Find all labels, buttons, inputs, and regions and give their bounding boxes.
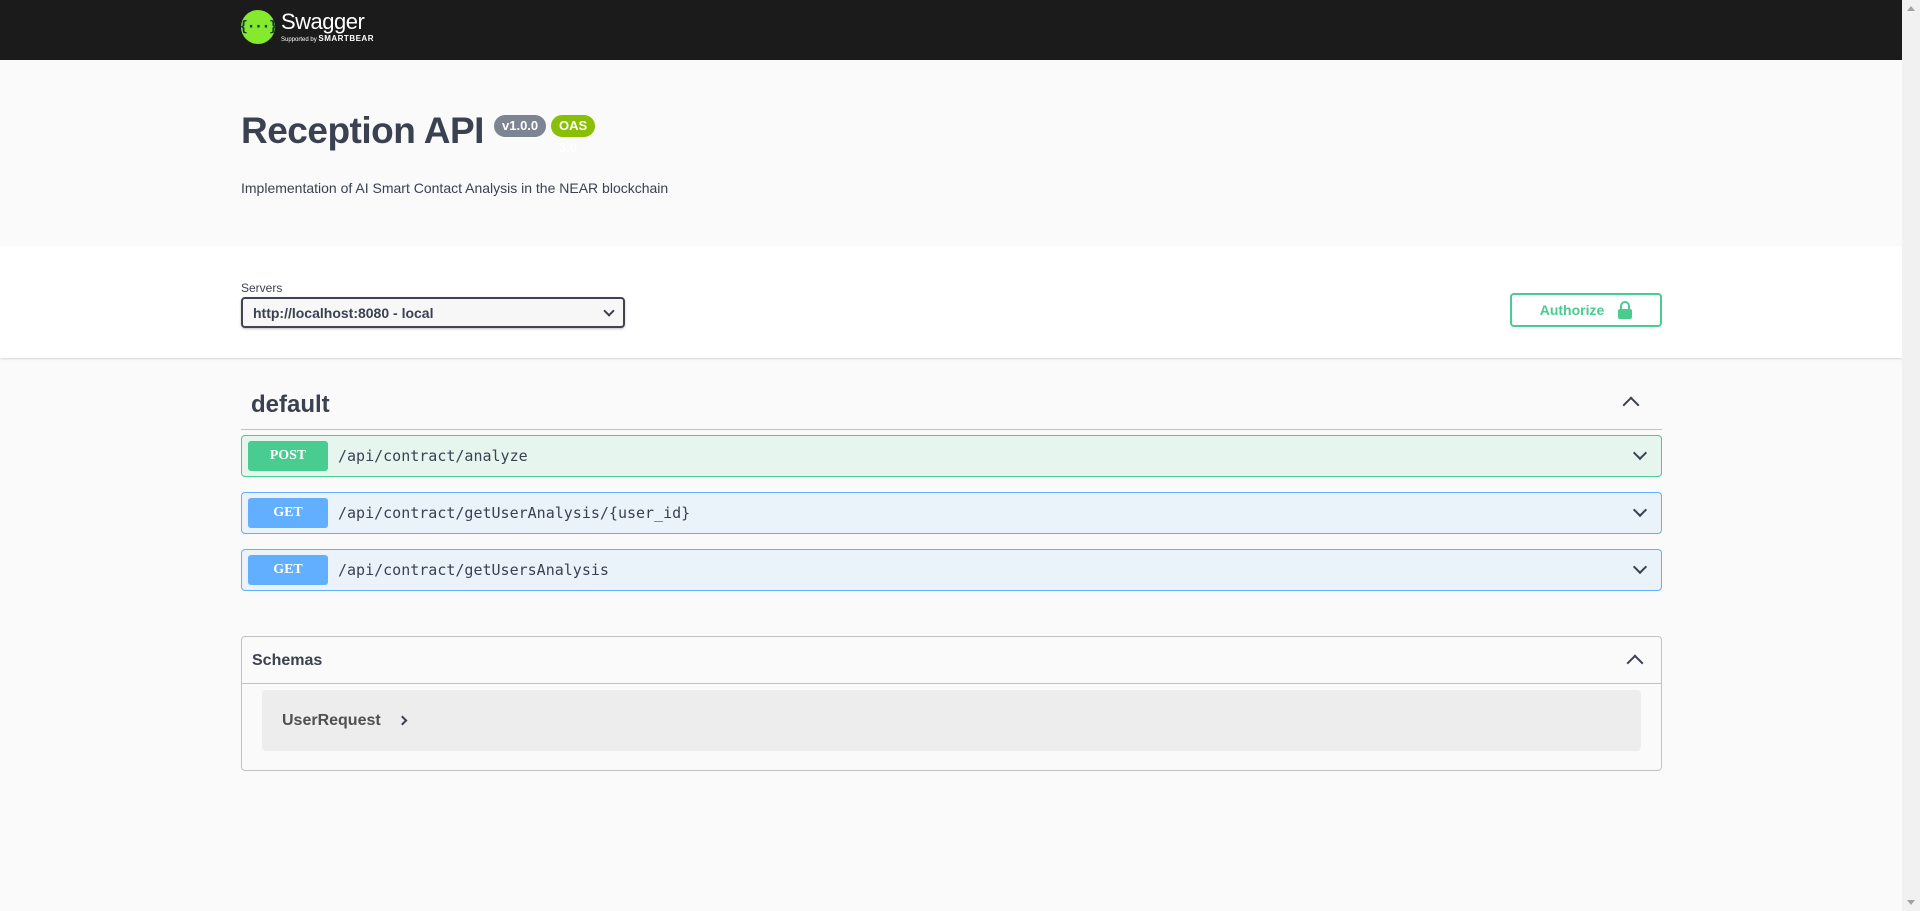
operation-path: /api/contract/getUserAnalysis/{user_id} <box>338 504 691 522</box>
logo-text: Swagger Supported by SMARTBEAR <box>281 9 374 44</box>
unlock-icon <box>1618 301 1633 319</box>
server-select-value: http://localhost:8080 - local <box>253 304 434 321</box>
version-badge: v1.0.0 <box>494 115 547 137</box>
chevron-down-icon[interactable] <box>1632 559 1648 575</box>
logo-subtitle: Supported by SMARTBEAR <box>281 34 374 44</box>
chevron-up-icon[interactable] <box>1626 654 1644 672</box>
operation-get-user-analysis[interactable]: GET /api/contract/getUserAnalysis/{user_… <box>241 492 1662 534</box>
chevron-up-icon[interactable] <box>1622 396 1640 414</box>
swagger-logo[interactable]: {···} Swagger Supported by SMARTBEAR <box>239 9 374 44</box>
schemas-header[interactable]: Schemas <box>242 637 1661 684</box>
scroll-up-arrow-icon[interactable] <box>1907 6 1915 11</box>
method-badge: POST <box>248 441 328 471</box>
chevron-down-icon[interactable] <box>1632 502 1648 518</box>
operation-path: /api/contract/analyze <box>338 447 528 465</box>
server-select[interactable]: http://localhost:8080 - local <box>241 297 625 328</box>
tag-title: default <box>251 391 330 418</box>
title-row: Reception API v1.0.0 OAS 3.0 <box>241 110 596 155</box>
page-title: Reception API <box>241 110 484 151</box>
tag-default-header[interactable]: default <box>241 375 1662 430</box>
oas-badge: OAS 3.0 <box>551 115 596 155</box>
scroll-down-arrow-icon[interactable] <box>1907 900 1915 905</box>
logo-company: SMARTBEAR <box>318 34 374 43</box>
method-badge: GET <box>248 555 328 585</box>
scrollbar[interactable] <box>1902 0 1920 911</box>
schemas-section: Schemas UserRequest <box>241 636 1662 771</box>
logo-supported: Supported by <box>281 37 317 43</box>
chevron-right-icon <box>397 715 408 726</box>
operation-post-analyze[interactable]: POST /api/contract/analyze <box>241 435 1662 477</box>
api-info: Reception API v1.0.0 OAS 3.0 Implementat… <box>0 60 1902 246</box>
method-badge: GET <box>248 498 328 528</box>
operation-get-users-analysis[interactable]: GET /api/contract/getUsersAnalysis <box>241 549 1662 591</box>
chevron-down-icon <box>603 304 615 317</box>
chevron-down-icon[interactable] <box>1632 445 1648 461</box>
authorize-button[interactable]: Authorize <box>1510 293 1662 327</box>
scheme-container: Servers http://localhost:8080 - local Au… <box>0 246 1902 358</box>
authorize-label: Authorize <box>1539 302 1605 318</box>
topbar: {···} Swagger Supported by SMARTBEAR <box>0 0 1902 60</box>
servers-label: Servers <box>241 281 283 295</box>
schemas-title: Schemas <box>252 652 323 669</box>
model-user-request[interactable]: UserRequest <box>262 690 1641 751</box>
swagger-logo-icon: {···} <box>239 10 278 44</box>
model-name: UserRequest <box>282 711 381 729</box>
operation-path: /api/contract/getUsersAnalysis <box>338 561 609 579</box>
logo-name: Swagger <box>281 9 365 34</box>
api-description: Implementation of AI Smart Contact Analy… <box>241 180 669 196</box>
